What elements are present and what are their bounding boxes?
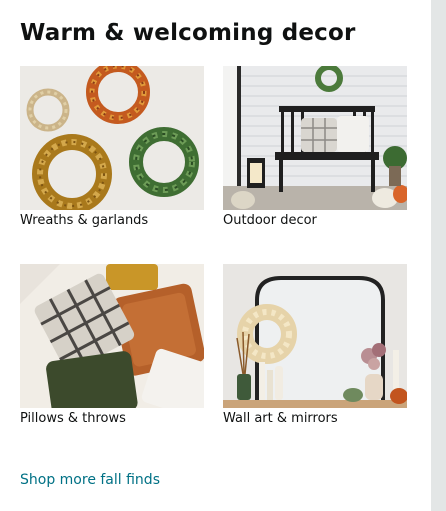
- tile-wreaths-garlands[interactable]: Wreaths & garlands: [20, 66, 204, 228]
- card-title: Warm & welcoming decor: [20, 20, 356, 46]
- wall-art-mirrors-image[interactable]: [223, 264, 407, 408]
- tile-wall-art-mirrors[interactable]: Wall art & mirrors: [223, 264, 407, 426]
- decor-card: Warm & welcoming decor Wreaths & garland…: [0, 0, 431, 511]
- wreaths-garlands-image[interactable]: [20, 66, 204, 210]
- tile-label[interactable]: Outdoor decor: [223, 213, 317, 228]
- shop-more-link[interactable]: Shop more fall finds: [20, 472, 160, 488]
- pillows-throws-image[interactable]: [20, 264, 204, 408]
- tile-label[interactable]: Pillows & throws: [20, 411, 126, 426]
- tile-pillows-throws[interactable]: Pillows & throws: [20, 264, 204, 426]
- tile-outdoor-decor[interactable]: Outdoor decor: [223, 66, 407, 228]
- tile-label[interactable]: Wall art & mirrors: [223, 411, 338, 426]
- outdoor-decor-image[interactable]: [223, 66, 407, 210]
- tile-label[interactable]: Wreaths & garlands: [20, 213, 148, 228]
